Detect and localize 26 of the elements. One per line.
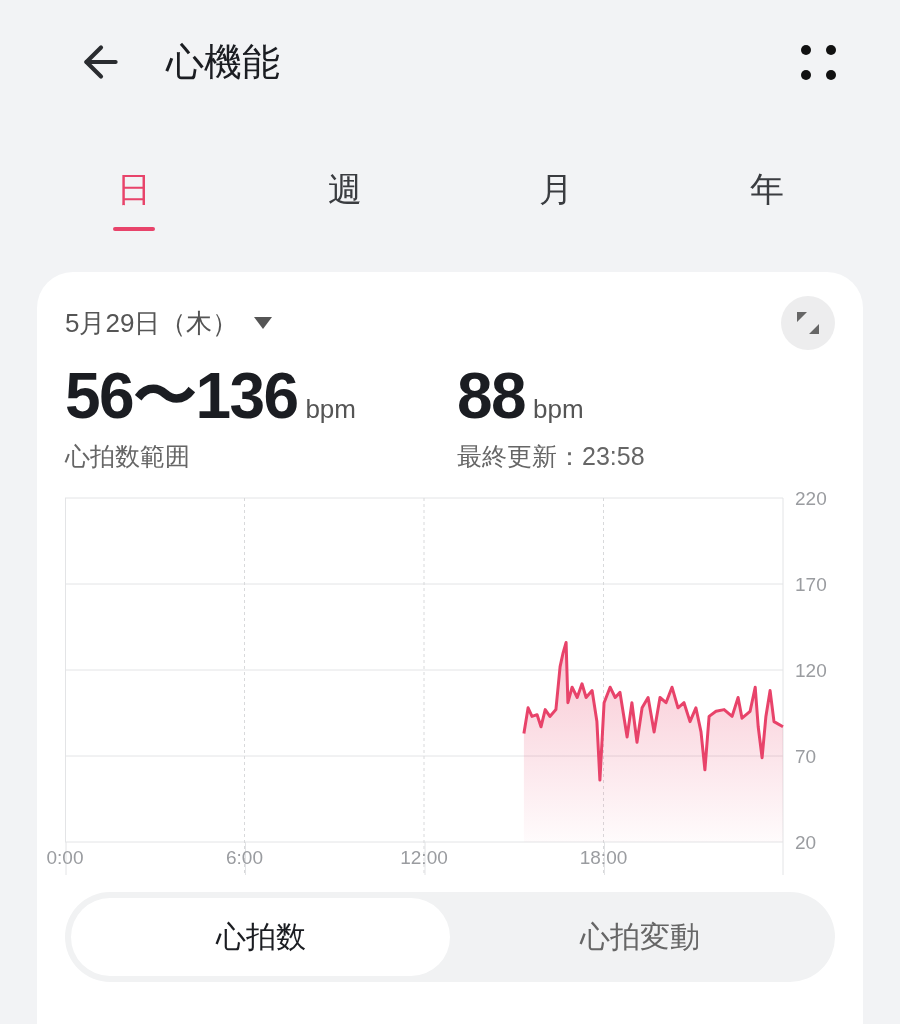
expand-button[interactable] bbox=[781, 296, 835, 350]
segment-tab[interactable]: 心拍変動 bbox=[450, 897, 829, 976]
axis-label: 0:00 bbox=[46, 846, 84, 868]
axis-label: 18:00 bbox=[579, 846, 628, 868]
axis-label: 70 bbox=[795, 745, 817, 767]
more-icon[interactable] bbox=[798, 42, 838, 82]
period-tab[interactable]: 年 bbox=[661, 164, 872, 240]
axis-label: 120 bbox=[795, 659, 827, 681]
unit-label: bpm bbox=[305, 393, 356, 426]
axis-label: 6:00 bbox=[226, 846, 263, 868]
stat-value: 88 bbox=[457, 359, 525, 434]
stat-label: 最終更新：23:58 bbox=[457, 441, 645, 472]
date-label: 5月29日（木） bbox=[65, 306, 239, 340]
dropdown-icon[interactable] bbox=[254, 317, 273, 329]
period-tab[interactable]: 週 bbox=[239, 164, 450, 240]
axis-label: 12:00 bbox=[400, 846, 448, 868]
stat-label: 心拍数範囲 bbox=[65, 441, 191, 472]
page-title: 心機能 bbox=[166, 39, 280, 85]
expand-icon bbox=[797, 312, 819, 334]
axis-label: 20 bbox=[795, 831, 817, 853]
unit-label: bpm bbox=[533, 393, 584, 426]
axis-label: 220 bbox=[795, 491, 827, 509]
stat-value: 56〜136 bbox=[65, 359, 298, 434]
segment-tab[interactable]: 心拍数 bbox=[71, 897, 450, 976]
period-tab[interactable]: 月 bbox=[450, 164, 661, 240]
axis-label: 170 bbox=[795, 573, 827, 595]
